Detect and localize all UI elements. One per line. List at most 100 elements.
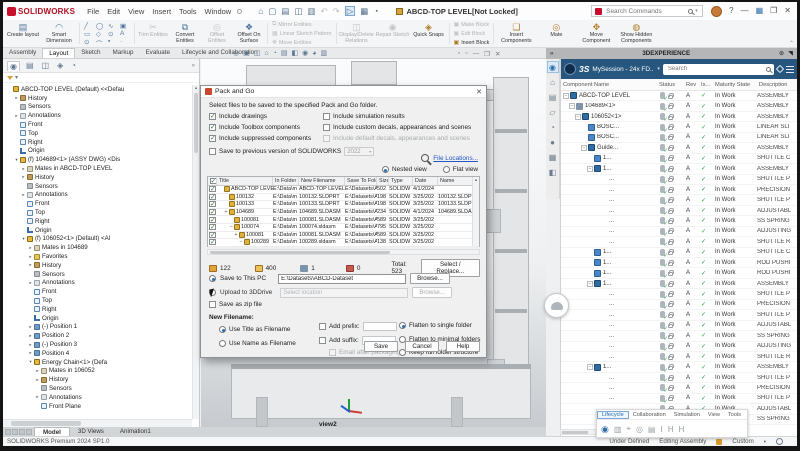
apps-grid-icon[interactable]: ▦ [756,7,764,15]
row-expand-icon[interactable] [581,124,587,130]
include-option[interactable]: Include Toolbox components [209,124,311,131]
ribbon-row-button[interactable]: ▦Linear Sketch Pattern [272,30,332,37]
tree-vertical-scrollbar[interactable]: ▲ [192,85,199,419]
command-search-input[interactable] [604,7,686,16]
close-button[interactable]: ✕ [784,7,791,15]
ribbon-row-button[interactable]: ✥Move Entities [272,39,332,46]
session-dropdown-icon[interactable]: ▾ [657,66,660,72]
sketch-entity-icon[interactable]: ▭ [84,30,96,38]
component-row[interactable]: 1... A ✓ In Work SHUTTLE C [561,248,797,258]
ribbon-row-button[interactable]: ▣Edit Block [454,30,490,37]
component-row[interactable]: ... A ✓ In Work SHUTTLE P [561,310,797,320]
tree-item[interactable]: ▸ History [3,261,192,270]
lifecycle-tab[interactable]: Collaboration [629,412,670,418]
custom-properties-icon[interactable]: ▦ [547,151,559,163]
tree-item[interactable]: ▸ Mates in 106052 [3,367,192,376]
tree-item[interactable]: ABCD-TOP LEVEL (Default) <<Defau [3,85,192,94]
add-prefix-row[interactable]: Add prefix: [319,322,397,331]
restore-button[interactable]: ❐ [770,7,777,15]
file-explorer-icon[interactable]: ▱ [547,106,559,118]
expand-arrow-icon[interactable]: ▸ [27,280,34,286]
row-checkbox[interactable] [209,209,216,215]
tree-item[interactable]: ▸ Annotations [3,279,192,288]
row-expand-icon[interactable] [593,176,599,182]
component-row[interactable]: ... A ✓ In Work SHUTTLE R [561,237,797,247]
display-delete-relations-button[interactable]: ◫Display/Delete Relations [339,21,375,46]
row-expand-icon[interactable]: − [563,93,569,99]
row-expand-icon[interactable]: − [587,281,593,287]
tree-item[interactable]: Origin [3,147,192,156]
tree-item[interactable]: ▸ Position 2 [3,331,192,340]
row-checkbox[interactable] [209,239,216,245]
row-expand-icon[interactable]: − [581,145,587,151]
header-check[interactable] [208,177,217,185]
tree-item[interactable]: ▾ Energy Chain<1> (Defa [3,358,192,367]
sketch-entity-icon[interactable]: ◯ [96,22,108,30]
include-option[interactable]: Include drawings [209,113,311,120]
sketch-entity-icon[interactable]: ▪ [108,38,120,46]
lifecycle-tab[interactable]: Lifecycle [597,411,629,419]
row-checkbox[interactable] [209,232,216,238]
command-tab[interactable]: Sketch [75,48,106,58]
session-avatar[interactable] [564,63,576,75]
dimxpert-tab-icon[interactable]: ◈ [55,61,65,70]
new-doc-icon[interactable]: ▢ [268,7,276,16]
filter-dropdown-icon[interactable]: ▾ [15,74,18,81]
use-name-radio[interactable]: Use Name as Filename [219,340,296,347]
component-row[interactable]: − Guide... A ✓ In Work ASSEMBLY [561,143,797,153]
lifecycle-maturity-icon[interactable]: ◉ [601,424,609,435]
convert-entities-button[interactable]: ⧉Convert Entities [169,21,201,46]
tree-item[interactable]: ▾ (f) 104689<1> (ASSY DWG) <Dis [3,155,192,164]
expand-arrow-icon[interactable]: ▸ [34,368,41,374]
ribbon-row-button[interactable]: ⧉Mirror Entities [272,21,332,28]
tree-item[interactable]: Top [3,208,192,217]
expand-arrow-icon[interactable]: ▸ [27,342,34,348]
hamburger-menu-icon[interactable] [786,66,794,73]
appearances-icon[interactable]: ● [547,136,559,148]
component-row[interactable]: ... A ✓ In Work PRECISION [561,383,797,393]
view-palette-icon[interactable]: ◔ [547,121,559,133]
component-row[interactable]: ... A ✓ In Work SHUTTLE P [561,394,797,404]
explore-icon[interactable]: ⌖ [626,424,631,434]
file-row[interactable]: −100289 E:\Data\m 100289.sldasm E:\Datas… [208,239,479,247]
property-manager-tab-icon[interactable]: ▤ [24,61,36,70]
browse-button[interactable]: Browse... [410,273,450,284]
show-hidden-components-button[interactable]: ◍Show Hidden Components [616,21,656,46]
command-tab[interactable]: Assembly [3,48,42,58]
open-icon[interactable]: ▤ [281,7,289,16]
component-row[interactable]: 1... A ✓ In Work ROD PUSHI [561,268,797,278]
row-expand-icon[interactable] [587,155,593,161]
tag-icon[interactable] [776,65,784,73]
row-expand-icon[interactable] [593,208,599,214]
menu-item[interactable]: Insert [148,7,175,16]
component-row[interactable]: ... A ✓ In Work ADJUSTABL [561,206,797,216]
file-row[interactable]: 100081 E:\Data\m 100081.SLDASM E:\Datase… [208,216,479,224]
view-tool-icon[interactable]: ▣ [243,50,250,57]
save-as-zip-row[interactable]: Save as zip file [209,301,262,308]
tree-item[interactable]: Sensors [3,270,192,279]
document-tab[interactable]: Model [34,427,70,436]
save-icon[interactable]: ◫ [294,7,302,16]
expand-arrow-icon[interactable]: ▸ [20,192,27,198]
component-row[interactable]: ... A ✓ In Work SS SPRING [561,331,797,341]
smart-dimension-button[interactable]: ◠Smart Dimension [41,21,77,46]
ribbon-row-button[interactable]: ▣Insert Block [454,39,490,46]
row-expand-icon[interactable] [593,343,599,349]
row-checkbox[interactable] [209,186,216,192]
row-checkbox[interactable] [209,224,216,230]
lifecycle-tab[interactable]: Tools [724,412,745,418]
view-tool-icon[interactable]: ◉ [302,50,308,57]
row-expand-icon[interactable] [587,270,593,276]
table-horizontal-scrollbar[interactable] [207,249,480,255]
view-tool-icon[interactable]: ◫ [254,50,261,57]
expand-arrow-icon[interactable]: ▾ [20,236,27,242]
command-tab[interactable]: Markup [106,48,139,58]
prefix-field[interactable] [363,322,397,331]
command-tab[interactable]: Evaluate [139,48,176,58]
file-row[interactable]: 100133 E:\Data\m 100133.SLDPRT E:\Datase… [208,201,479,209]
view-tool-icon[interactable]: ◧ [291,50,298,57]
component-row[interactable]: ... A ✓ In Work PRECISION [561,185,797,195]
component-row[interactable]: ... A ✓ In Work SHUTTLE P [561,289,797,299]
undo-icon[interactable]: ↶ [321,7,328,16]
command-tab[interactable]: Layout [42,48,75,58]
